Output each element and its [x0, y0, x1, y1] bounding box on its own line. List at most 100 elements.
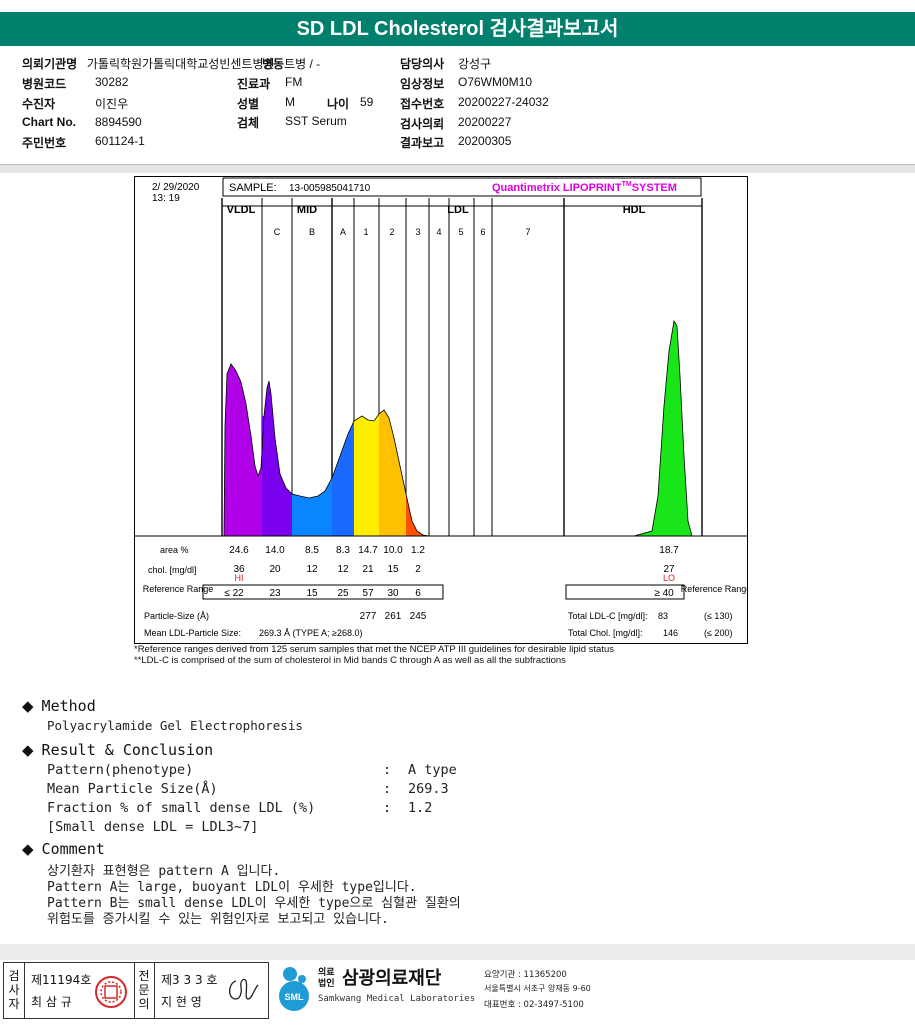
total-ldl-ref: (≤ 130)	[704, 611, 732, 621]
comment-heading-text: Comment	[41, 840, 105, 858]
age-label: 나이	[327, 97, 350, 111]
clinical-cell: O76WM0M10	[458, 75, 532, 89]
hospital-code-row: 병원코드	[22, 75, 66, 92]
dept-cell: FM	[285, 75, 302, 89]
chol-row-label: chol. [mg/dl]	[148, 565, 197, 575]
age-cell: 59	[360, 95, 373, 109]
recipient-value: 이진우	[95, 97, 129, 111]
hospital-code-label: 병원코드	[22, 77, 67, 91]
hospital-code-value: 30282	[95, 75, 129, 89]
result-note: [Small dense LDL = LDL3~7]	[47, 819, 259, 835]
age-label-cell: 나이	[327, 95, 349, 112]
receipt-label-cell: 접수번호	[400, 95, 444, 112]
particle-size-value: 277	[360, 611, 377, 622]
diamond-bullet-icon: ◆	[22, 697, 34, 715]
result-date-label: 결과보고	[400, 136, 445, 150]
sex-label-cell: 성별	[237, 95, 259, 112]
report-title: SD LDL Cholesterol 검사결과보고서	[0, 12, 915, 46]
examiner-no: 제11194호	[31, 973, 92, 987]
result-row-label: Pattern(phenotype)	[47, 762, 194, 778]
sex-value: M	[285, 95, 295, 109]
band-label: 5	[458, 227, 463, 237]
chart-no-label-cell: Chart No.	[22, 115, 76, 129]
ward-label: 병동	[262, 57, 285, 71]
result-row-colon: :	[383, 800, 392, 816]
particle-size-value: 261	[385, 611, 402, 622]
chol-value: 12	[306, 564, 318, 575]
total-chol-label: Total Chol. [mg/dl]:	[568, 628, 643, 638]
result-heading: ◆ Result & Conclusion	[22, 741, 213, 759]
signature-box: 검사자 전문의 제11194호 최 삼 규 제3 3 3 호 지 현 영	[3, 962, 269, 1019]
specimen-value: SST Serum	[285, 114, 347, 128]
chart-date: 2/ 29/2020	[152, 182, 200, 193]
total-chol-value: 146	[663, 628, 678, 638]
dept-value: FM	[285, 75, 303, 89]
specialist-label: 전문의	[138, 969, 150, 1011]
footnote-2: **LDL-C is comprised of the sum of chole…	[134, 655, 566, 666]
method-heading: ◆ Method	[22, 697, 96, 715]
specimen-cell: SST Serum	[285, 114, 347, 128]
ward-row: 병동트병 / -	[262, 55, 320, 72]
ref-value: 57	[362, 588, 374, 599]
particle-row-label: Particle-Size (Å)	[144, 611, 209, 621]
total-chol-ref: (≤ 200)	[704, 628, 732, 638]
lo-flag: LO	[663, 573, 675, 583]
ref-value: ≤ 22	[224, 588, 244, 599]
age-value: 59	[360, 95, 374, 109]
area-value: 14.0	[265, 545, 285, 556]
result-row-value: 1.2	[408, 800, 433, 816]
sample-label: SAMPLE:	[229, 182, 277, 194]
chart-no-value: 8894590	[95, 115, 142, 129]
result-label-cell: 결과보고	[400, 134, 444, 151]
specialist-no: 제3 3 3 호	[161, 973, 218, 987]
examiner-name: 최 삼 규	[31, 995, 72, 1009]
comment-heading: ◆ Comment	[22, 840, 105, 858]
chart-footnotes: *Reference ranges derived from 125 serum…	[134, 644, 614, 666]
footnote-1: *Reference ranges derived from 125 serum…	[134, 644, 614, 655]
result-cell: 20200305	[458, 134, 511, 148]
diamond-bullet-icon: ◆	[22, 840, 34, 858]
band-label: 1	[363, 227, 368, 237]
id-no-value: 601124-1	[95, 134, 145, 148]
dept-label: 진료과	[237, 77, 271, 91]
result-date-value: 20200305	[458, 134, 512, 148]
method-heading-text: Method	[41, 697, 96, 715]
area-value: 8.3	[336, 545, 350, 556]
dept-label-cell: 진료과	[237, 75, 270, 92]
fraction-area-5	[354, 414, 379, 536]
group-label: HDL	[623, 204, 646, 216]
method-text: Polyacrylamide Gel Electrophoresis	[47, 718, 303, 733]
org-prefix-1: 의료	[318, 968, 335, 978]
institution-label: 의뢰기관명	[22, 57, 78, 71]
band-label: 2	[389, 227, 394, 237]
signature-scribble-icon	[228, 978, 259, 1000]
chol-value: 20	[269, 564, 281, 575]
band-label: B	[309, 227, 315, 237]
total-ldl-value: 83	[658, 611, 668, 621]
request-cell: 20200227	[458, 115, 511, 129]
sample-id: 13-005985041710	[289, 183, 371, 194]
id-no-label: 주민번호	[22, 136, 67, 150]
doctor-value: 강성구	[458, 57, 492, 71]
receipt-value: 20200227-24032	[458, 95, 549, 109]
request-value: 20200227	[458, 115, 512, 129]
chol-value: 21	[362, 564, 374, 575]
result-row-colon: :	[383, 762, 392, 778]
org-english: Samkwang Medical Laboratories	[318, 994, 476, 1004]
receipt-label: 접수번호	[400, 97, 445, 111]
result-row-value: A type	[408, 762, 457, 778]
ref-value: 23	[269, 588, 281, 599]
id-no-cell: 601124-1	[95, 134, 145, 148]
group-label: VLDL	[227, 204, 256, 216]
result-row-colon: :	[383, 781, 392, 797]
sml-logo-icon: SML	[279, 967, 309, 1011]
total-ldl-label: Total LDL-C [mg/dl]:	[568, 611, 648, 621]
specimen-label-cell: 검체	[237, 114, 259, 131]
band-label: C	[274, 227, 281, 237]
band-label: 3	[415, 227, 420, 237]
org-name: 삼광의료재단	[342, 968, 442, 989]
specialist-name: 지 현 영	[161, 995, 202, 1009]
institution-value: 가톨릭학원가톨릭대학교성빈센트병원	[86, 57, 275, 71]
specimen-label: 검체	[237, 116, 260, 130]
request-label-cell: 검사의뢰	[400, 115, 444, 132]
